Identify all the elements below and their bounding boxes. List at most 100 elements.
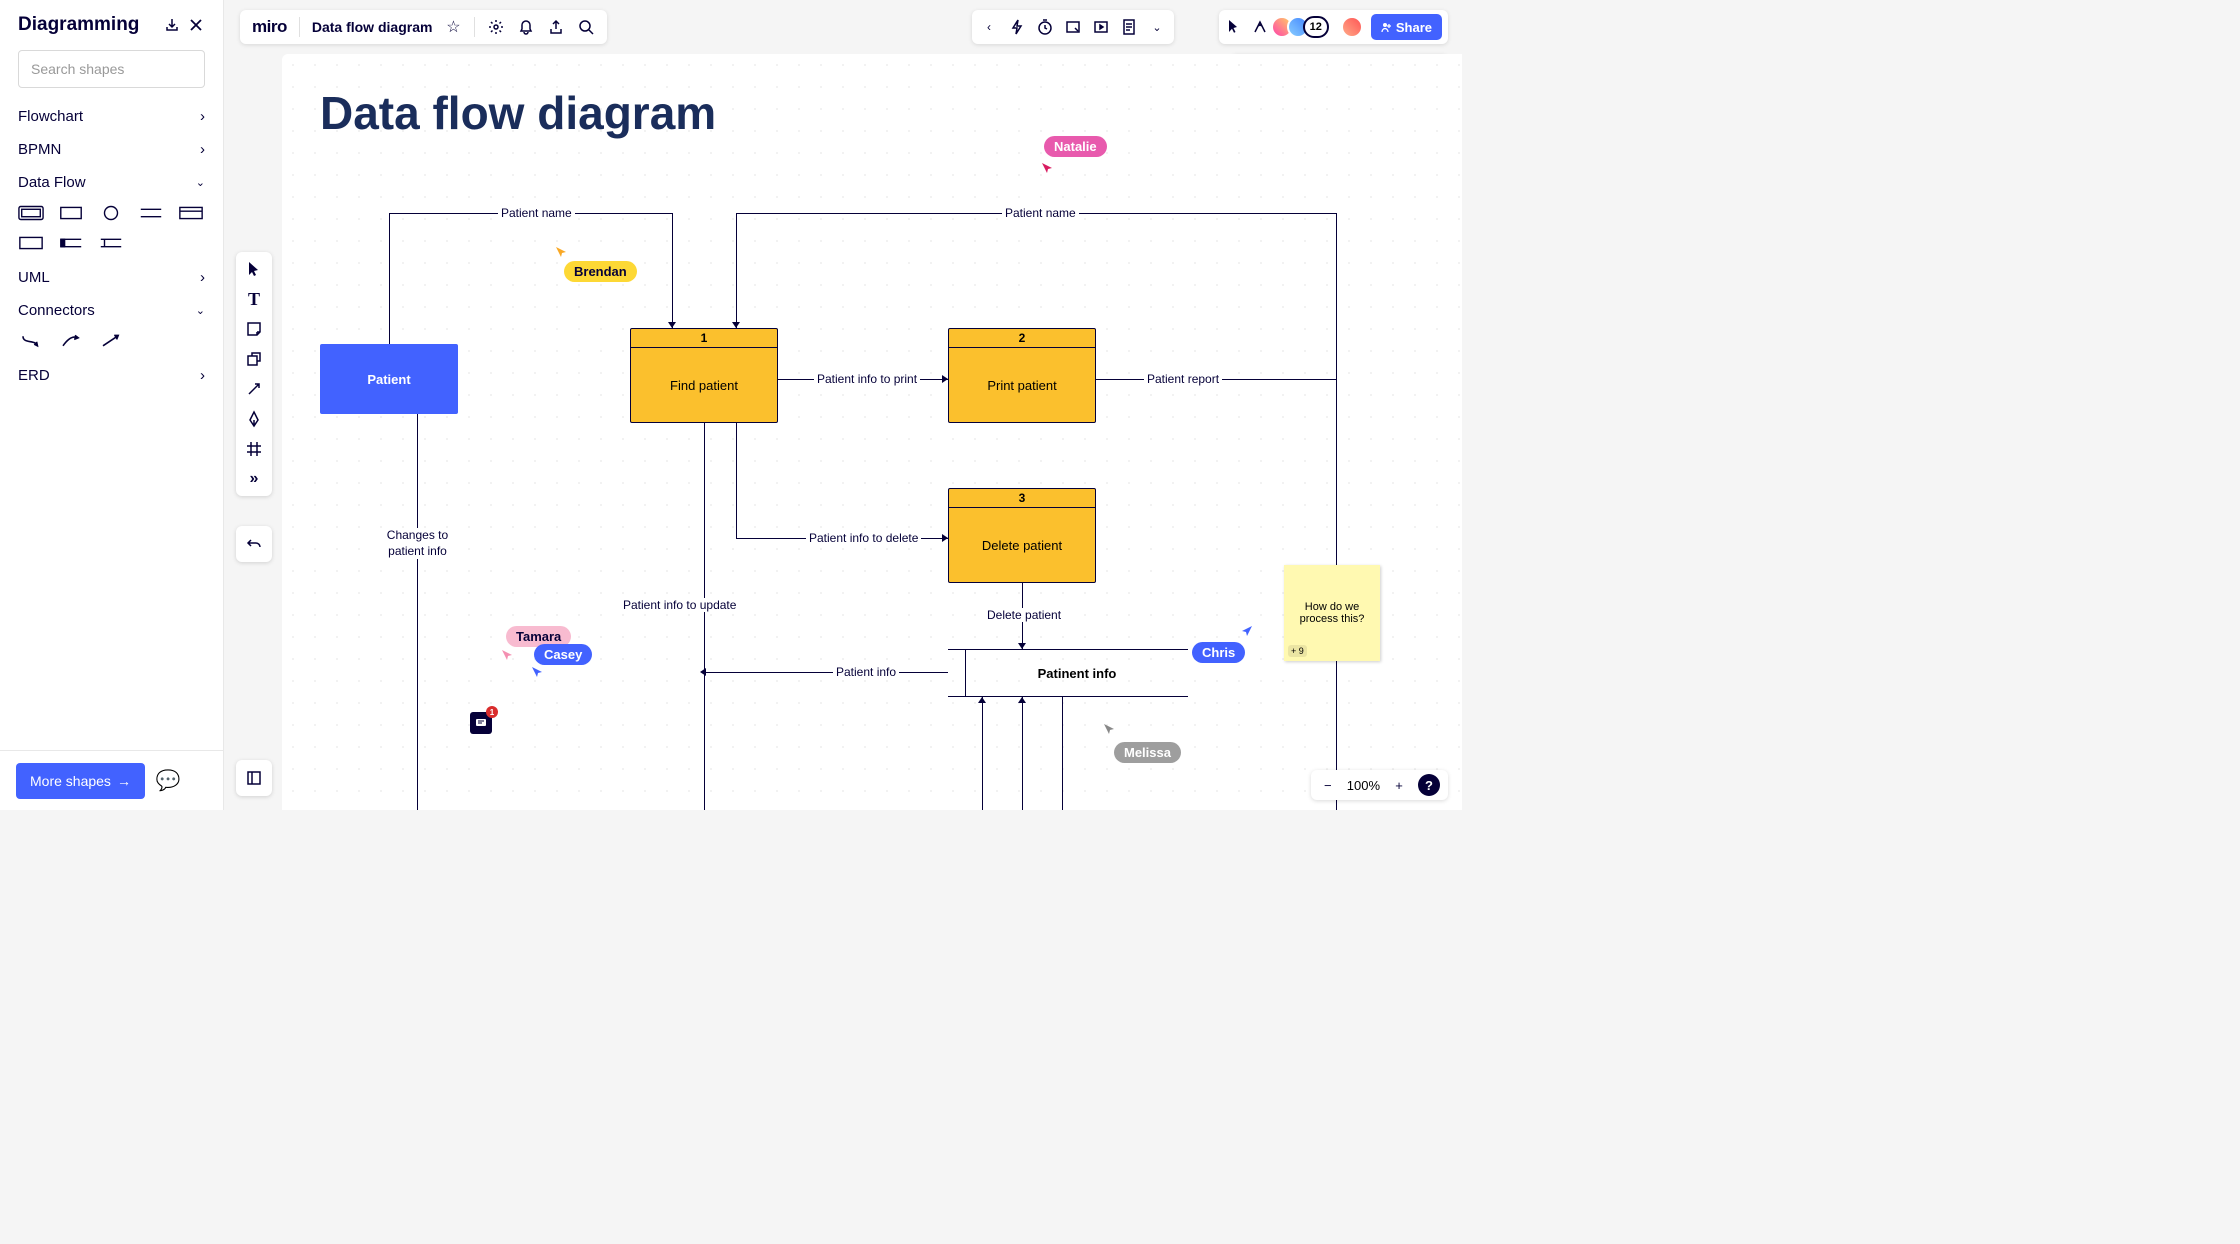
- reactions-icon[interactable]: [1251, 18, 1269, 36]
- shape-rails[interactable]: [138, 205, 164, 221]
- flow-label: Patient report: [1144, 372, 1222, 386]
- shape-rect-plain[interactable]: [18, 235, 44, 251]
- board-canvas[interactable]: Data flow diagram Patient 1 Find patient…: [282, 54, 1462, 810]
- chevron-right-icon: ›: [200, 141, 205, 158]
- user-avatar[interactable]: [1341, 16, 1363, 38]
- connector-straight[interactable]: [98, 333, 124, 349]
- category-dataflow[interactable]: Data Flow⌄: [18, 166, 205, 199]
- undo-icon: [245, 535, 263, 553]
- entity-patient[interactable]: Patient: [320, 344, 458, 414]
- process-delete-patient[interactable]: 3 Delete patient: [948, 488, 1096, 583]
- sticky-note[interactable]: How do we process this? + 9: [1284, 565, 1380, 661]
- pen-tool-icon[interactable]: [245, 410, 263, 428]
- chevron-down-icon: ⌄: [196, 176, 205, 189]
- category-connectors[interactable]: Connectors⌄: [18, 294, 205, 327]
- undo-toolbar[interactable]: [236, 526, 272, 562]
- sticky-reactions-badge: + 9: [1288, 645, 1307, 657]
- arrow-right-icon: →: [117, 773, 131, 789]
- settings-icon[interactable]: [487, 18, 505, 36]
- datastore-patient-info[interactable]: Patinent info: [948, 649, 1188, 697]
- shape-store[interactable]: [58, 235, 84, 251]
- shapes-sidebar: Diagramming Flowchart› BPMN› Data Flow⌄ …: [0, 0, 224, 750]
- collaborator-count: 12: [1303, 16, 1329, 38]
- cursor-melissa: Melissa: [1114, 742, 1181, 763]
- feedback-icon[interactable]: 💬: [159, 772, 177, 790]
- chevron-right-icon: ›: [200, 108, 205, 125]
- more-tools-icon[interactable]: »: [245, 470, 263, 488]
- collab-toolbar: 12 Share: [1219, 10, 1448, 44]
- share-button[interactable]: Share: [1371, 14, 1442, 40]
- flow-label: Changes to patient info: [370, 528, 465, 559]
- category-uml[interactable]: UML›: [18, 261, 205, 294]
- zoom-out-button[interactable]: −: [1319, 776, 1337, 794]
- process-print-patient[interactable]: 2 Print patient: [948, 328, 1096, 423]
- shape-header-rect[interactable]: [178, 205, 204, 221]
- shape-rect[interactable]: [58, 205, 84, 221]
- shape-tool-icon[interactable]: [245, 350, 263, 368]
- cursor-chris: Chris: [1192, 642, 1245, 663]
- sidebar-footer: More shapes → 💬: [0, 750, 224, 810]
- comment-pin[interactable]: 1: [470, 712, 492, 734]
- connector-shapes: [18, 327, 205, 359]
- cursor-natalie: Natalie: [1044, 136, 1107, 157]
- dataflow-shapes: [18, 199, 205, 261]
- presentation-icon[interactable]: [1092, 18, 1110, 36]
- shape-circle[interactable]: [98, 205, 124, 221]
- panel-icon: [245, 769, 263, 787]
- zoom-in-button[interactable]: +: [1390, 776, 1408, 794]
- sidebar-title: Diagramming: [18, 14, 139, 36]
- search-shapes-input[interactable]: [18, 50, 205, 88]
- category-bpmn[interactable]: BPMN›: [18, 133, 205, 166]
- comment-count-badge: 1: [486, 706, 498, 718]
- category-flowchart[interactable]: Flowchart›: [18, 100, 205, 133]
- export-icon[interactable]: [547, 18, 565, 36]
- miro-logo[interactable]: miro: [252, 17, 287, 37]
- flow-label: Patient info to print: [814, 372, 920, 386]
- search-icon[interactable]: [577, 18, 595, 36]
- sticky-tool-icon[interactable]: [245, 320, 263, 338]
- select-tool-icon[interactable]: [245, 260, 263, 278]
- board-header: miro Data flow diagram ☆: [240, 10, 607, 44]
- zoom-controls: − 100% + ?: [1311, 770, 1448, 800]
- arrow-tool-icon[interactable]: [245, 380, 263, 398]
- cursor-casey: Casey: [534, 644, 592, 665]
- flow-label: Patient name: [498, 206, 575, 220]
- connector-curve[interactable]: [18, 333, 44, 349]
- flow-label: Patient info: [833, 665, 899, 679]
- diagram-title: Data flow diagram: [320, 86, 716, 140]
- more-shapes-button[interactable]: More shapes →: [16, 763, 145, 799]
- process-find-patient[interactable]: 1 Find patient: [630, 328, 778, 423]
- board-name[interactable]: Data flow diagram: [312, 19, 433, 35]
- panels-button[interactable]: [236, 760, 272, 796]
- more-apps-icon[interactable]: ⌄: [1148, 18, 1166, 36]
- shape-entity-rounded[interactable]: [18, 205, 44, 221]
- collaborator-avatars[interactable]: 12: [1277, 16, 1329, 38]
- apps-toolbar: ‹ ⌄: [972, 10, 1174, 44]
- chevron-right-icon: ›: [200, 367, 205, 384]
- frame-preset-icon[interactable]: [1064, 18, 1082, 36]
- flow-label: Patient name: [1002, 206, 1079, 220]
- connector-arc[interactable]: [58, 333, 84, 349]
- cursor-brendan: Brendan: [564, 261, 637, 282]
- flow-label: Delete patient: [984, 608, 1064, 622]
- cursor-mode-icon[interactable]: [1225, 18, 1243, 36]
- chevron-down-icon: ⌄: [196, 304, 205, 317]
- star-icon[interactable]: ☆: [444, 18, 462, 36]
- flow-label: Patient info to update: [620, 598, 739, 612]
- text-tool-icon[interactable]: T: [245, 290, 263, 308]
- timer-icon[interactable]: [1036, 18, 1054, 36]
- tools-toolbar: T »: [236, 252, 272, 496]
- chevron-right-icon: ›: [200, 269, 205, 286]
- help-button[interactable]: ?: [1418, 774, 1440, 796]
- bell-icon[interactable]: [517, 18, 535, 36]
- frame-tool-icon[interactable]: [245, 440, 263, 458]
- import-icon[interactable]: [163, 16, 181, 34]
- chevron-left-icon[interactable]: ‹: [980, 18, 998, 36]
- shape-store2[interactable]: [98, 235, 124, 251]
- notes-icon[interactable]: [1120, 18, 1138, 36]
- close-icon[interactable]: [187, 16, 205, 34]
- flow-label: Patient info to delete: [806, 531, 921, 545]
- category-erd[interactable]: ERD›: [18, 359, 205, 392]
- bolt-icon[interactable]: [1008, 18, 1026, 36]
- zoom-level[interactable]: 100%: [1347, 778, 1380, 793]
